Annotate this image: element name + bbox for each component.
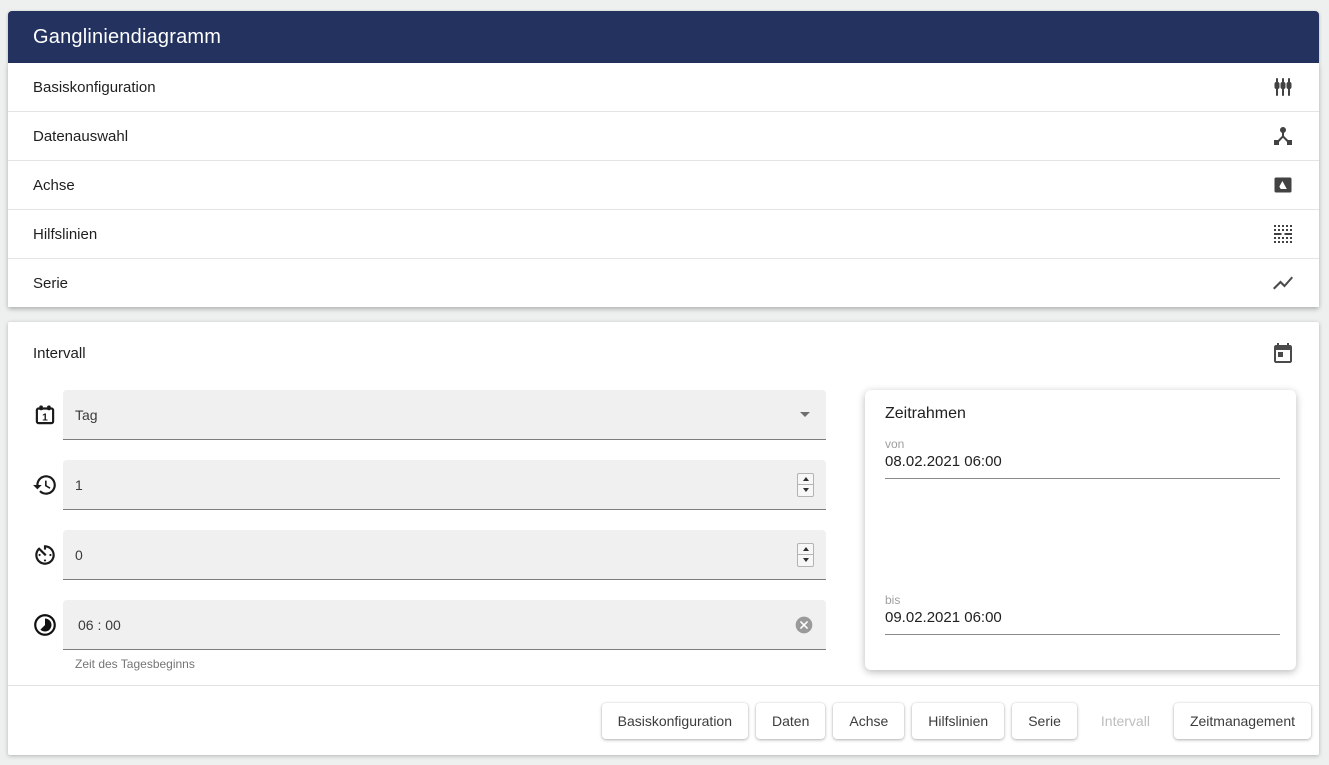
day-start-time-input[interactable]: 06 : 00 (63, 600, 826, 650)
interval-count-row (32, 460, 63, 510)
tune-icon (1271, 75, 1295, 99)
timeframe-to-label: bis (885, 593, 900, 607)
interval-count-value: 1 (75, 477, 797, 493)
input-underline (885, 478, 1280, 479)
image-icon (1271, 173, 1295, 197)
nav-button-hilfslinien[interactable]: Hilfslinien (912, 703, 1004, 739)
input-underline (885, 634, 1280, 635)
accordion-item-label: Achse (33, 177, 75, 194)
timeframe-from-value[interactable]: 08.02.2021 06:00 (885, 453, 1002, 470)
svg-text:1: 1 (42, 412, 48, 423)
interval-unit-select[interactable]: Tag (63, 390, 826, 440)
stepper-down-button[interactable] (798, 555, 813, 566)
nav-button-intervall: Intervall (1085, 703, 1166, 739)
page-title: Gangliniendiagramm (33, 26, 221, 49)
device-hub-icon (1271, 124, 1295, 148)
day-start-helper-text: Zeit des Tagesbeginns (75, 657, 195, 671)
interval-count-input[interactable]: 1 (63, 460, 826, 510)
timeframe-to-value[interactable]: 09.02.2021 06:00 (885, 609, 1002, 626)
accordion-item-achse[interactable]: Achse (8, 160, 1319, 209)
interval-offset-value: 0 (75, 547, 797, 563)
clear-icon[interactable] (794, 615, 814, 635)
app-header: Gangliniendiagramm (8, 11, 1319, 63)
timelapse-icon (32, 612, 58, 638)
accordion-item-label: Hilfslinien (33, 226, 97, 243)
day-start-row (32, 600, 63, 650)
accordion-item-label: Serie (33, 275, 68, 292)
nav-button-zeitmanagement[interactable]: Zeitmanagement (1174, 703, 1311, 739)
accordion-item-basiskonfiguration[interactable]: Basiskonfiguration (8, 63, 1319, 111)
footer-nav: Basiskonfiguration Daten Achse Hilfslini… (8, 703, 1319, 739)
section-title: Intervall (33, 345, 86, 362)
interval-offset-row (32, 530, 63, 580)
history-icon (32, 472, 58, 498)
zeitrahmen-card: Zeitrahmen von 08.02.2021 06:00 bis 09.0… (865, 390, 1296, 670)
interval-unit-value: Tag (75, 407, 800, 423)
accordion-item-label: Datenauswahl (33, 128, 128, 145)
accordion-item-datenauswahl[interactable]: Datenauswahl (8, 111, 1319, 160)
calendar-day-1-icon: 1 (32, 402, 58, 428)
timeframe-from-label: von (885, 437, 904, 451)
grid-lines-icon (1271, 222, 1295, 246)
stepper-up-button[interactable] (798, 474, 813, 486)
line-chart-icon (1271, 271, 1295, 295)
nav-button-serie[interactable]: Serie (1012, 703, 1077, 739)
stepper-up-button[interactable] (798, 544, 813, 556)
accordion-item-hilfslinien[interactable]: Hilfslinien (8, 209, 1319, 258)
av-timer-icon (32, 542, 58, 568)
dropdown-arrow-icon (800, 412, 810, 417)
interval-offset-input[interactable]: 0 (63, 530, 826, 580)
zeitrahmen-title: Zeitrahmen (885, 405, 966, 423)
intervall-panel: Intervall 1 Tag 1 (8, 322, 1319, 755)
interval-unit-row: 1 (32, 390, 63, 440)
nav-button-achse[interactable]: Achse (833, 703, 904, 739)
day-start-time-value: 06 : 00 (75, 617, 794, 633)
stepper-down-button[interactable] (798, 485, 813, 496)
config-accordion: Basiskonfiguration Datenauswahl Achse (8, 63, 1319, 307)
nav-button-daten[interactable]: Daten (756, 703, 825, 739)
calendar-icon (1271, 342, 1295, 366)
footer-divider (8, 685, 1319, 686)
accordion-item-label: Basiskonfiguration (33, 79, 156, 96)
number-stepper (797, 543, 814, 567)
accordion-item-serie[interactable]: Serie (8, 258, 1319, 307)
nav-button-basiskonfiguration[interactable]: Basiskonfiguration (602, 703, 748, 739)
number-stepper (797, 473, 814, 497)
